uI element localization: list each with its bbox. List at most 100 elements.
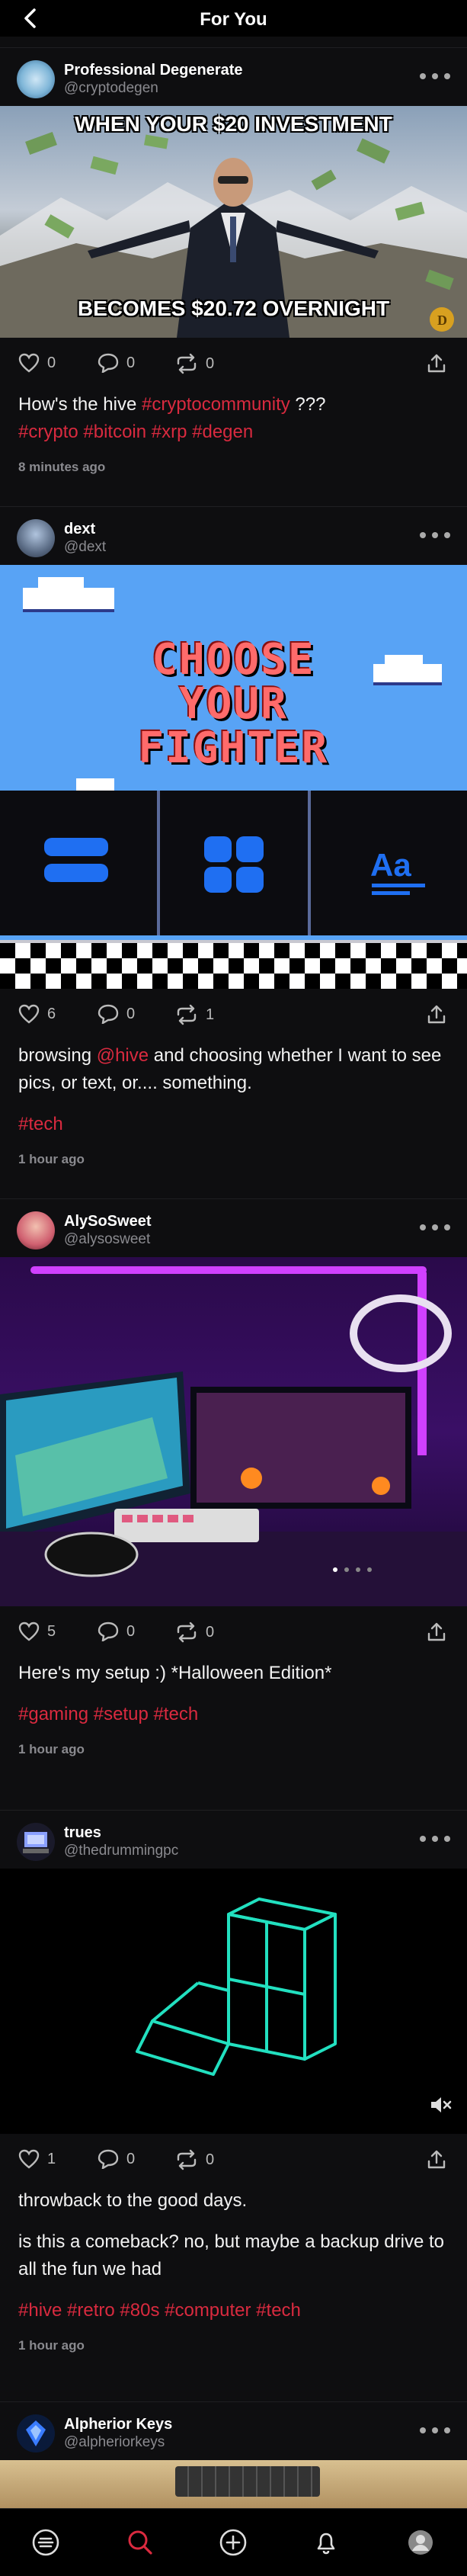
comment-icon [98, 2149, 119, 2169]
repost-button[interactable]: 0 [175, 353, 214, 374]
hashtag[interactable]: #cryptocommunity [142, 394, 290, 415]
post-text-body: How's the hive [18, 394, 142, 415]
meme-top-text: WHEN YOUR $20 INVESTMENT [75, 112, 392, 136]
author-handle[interactable]: @dext [64, 539, 106, 556]
hashtags[interactable]: #crypto #bitcoin #xrp #degen [18, 422, 253, 442]
share-icon[interactable] [426, 1622, 447, 1647]
comment-button[interactable]: 0 [98, 2149, 135, 2169]
like-count: 0 [47, 354, 56, 371]
author-handle[interactable]: @thedrummingpc [64, 1843, 178, 1859]
profile-icon[interactable] [404, 2526, 437, 2559]
post-text-body: Here's my setup :) *Halloween Edition* [18, 1663, 332, 1683]
repost-button[interactable]: 0 [175, 2149, 214, 2170]
bell-icon[interactable] [309, 2526, 343, 2559]
home-icon[interactable] [29, 2526, 62, 2559]
author-name[interactable]: trues [64, 1824, 101, 1842]
like-count: 1 [47, 2150, 56, 2167]
like-button[interactable]: 0 [18, 353, 56, 373]
like-button[interactable]: 5 [18, 1622, 56, 1641]
comment-icon [98, 1622, 119, 1641]
post-header: dext @dext [0, 507, 467, 565]
post-header: Professional Degenerate @cryptodegen [0, 48, 467, 106]
repost-count: 0 [206, 1623, 215, 1641]
post-header: Alpherior Keys @alpheriorkeys [0, 2402, 467, 2460]
post-text-body: browsing [18, 1045, 97, 1066]
setup-photo[interactable] [0, 1257, 467, 1606]
hashtags[interactable]: #tech [18, 1114, 63, 1134]
mute-icon[interactable] [429, 2095, 452, 2119]
post-text: Here's my setup :) *Halloween Edition* #… [0, 1660, 467, 1728]
meme-image[interactable]: D WHEN YOUR $20 INVESTMENT BECOMES $20.7… [0, 106, 467, 338]
post-text-suffix: ??? [289, 394, 326, 415]
avatar[interactable] [17, 519, 55, 557]
comment-count: 0 [126, 1622, 136, 1640]
share-icon[interactable] [426, 353, 447, 378]
timestamp: 1 hour ago [18, 2338, 85, 2353]
author-name[interactable]: Professional Degenerate [64, 62, 243, 79]
avatar[interactable] [17, 2414, 55, 2452]
post-actions: 1 0 0 [0, 2134, 467, 2187]
post-actions: 6 0 1 [0, 989, 467, 1042]
top-bar: For You [0, 0, 467, 37]
choose-fighter-image[interactable]: Aa CHOOSE YOUR FIGHTER [0, 565, 467, 1031]
author-handle[interactable]: @alpheriorkeys [64, 2434, 165, 2451]
keyboard-photo[interactable] [0, 2460, 467, 2509]
post-header: trues @thedrummingpc [0, 1811, 467, 1869]
repost-icon [175, 1004, 198, 1025]
heart-icon [18, 353, 40, 373]
mention-link[interactable]: @hive [97, 1045, 149, 1066]
meme-bottom-text: BECOMES $20.72 OVERNIGHT [77, 297, 390, 320]
post-item: AlySoSweet @alysosweet 5 0 0 Here's my s… [0, 1198, 467, 1757]
comment-button[interactable]: 0 [98, 1622, 135, 1641]
post-header: AlySoSweet @alysosweet [0, 1199, 467, 1257]
more-icon[interactable] [420, 1216, 450, 1239]
post-text: How's the hive #cryptocommunity ??? #cryp… [0, 391, 467, 446]
search-icon[interactable] [123, 2526, 157, 2559]
banner-line-3: FIGHTER [138, 723, 329, 773]
avatar[interactable] [17, 60, 55, 98]
author-name[interactable]: Alpherior Keys [64, 2416, 172, 2433]
share-icon[interactable] [426, 2149, 447, 2174]
retro-video[interactable] [0, 1869, 467, 2134]
repost-icon [175, 2149, 198, 2170]
timestamp: 8 minutes ago [18, 460, 106, 474]
comment-button[interactable]: 0 [98, 353, 135, 373]
author-handle[interactable]: @alysosweet [64, 1231, 150, 1248]
repost-icon [175, 353, 198, 374]
heart-icon [18, 2149, 40, 2169]
repost-count: 0 [206, 2151, 215, 2168]
banner-line-1: CHOOSE [152, 635, 315, 685]
heart-icon [18, 1004, 40, 1024]
avatar[interactable] [17, 1823, 55, 1861]
share-icon[interactable] [426, 1004, 447, 1029]
like-count: 5 [47, 1622, 56, 1640]
author-name[interactable]: AlySoSweet [64, 1213, 151, 1230]
hashtags[interactable]: #gaming #setup #tech [18, 1704, 198, 1724]
post-actions: 0 0 0 [0, 338, 467, 391]
more-icon[interactable] [420, 65, 450, 88]
repost-button[interactable]: 0 [175, 1622, 214, 1643]
more-icon[interactable] [420, 524, 450, 547]
post-actions: 5 0 0 [0, 1606, 467, 1660]
svg-text:Aa: Aa [370, 847, 411, 883]
comment-icon [98, 353, 119, 373]
repost-count: 0 [206, 354, 215, 372]
timestamp: 1 hour ago [18, 1742, 85, 1756]
repost-icon [175, 1622, 198, 1643]
comment-button[interactable]: 0 [98, 1004, 135, 1024]
like-button[interactable]: 6 [18, 1004, 56, 1024]
hashtags[interactable]: #hive #retro #80s #computer #tech [18, 2300, 301, 2321]
post-text: browsing @hive and choosing whether I wa… [0, 1042, 467, 1138]
repost-count: 1 [206, 1006, 215, 1023]
author-name[interactable]: dext [64, 521, 95, 538]
create-icon[interactable] [216, 2526, 250, 2559]
avatar[interactable] [17, 1211, 55, 1250]
like-button[interactable]: 1 [18, 2149, 56, 2169]
author-handle[interactable]: @cryptodegen [64, 80, 158, 97]
post-item: Professional Degenerate @cryptodegen D W… [0, 47, 467, 475]
more-icon[interactable] [420, 2419, 450, 2442]
more-icon[interactable] [420, 1827, 450, 1850]
like-count: 6 [47, 1005, 56, 1022]
post-item: trues @thedrummingpc 1 0 0 throwback to … [0, 1810, 467, 2353]
repost-button[interactable]: 1 [175, 1004, 214, 1025]
